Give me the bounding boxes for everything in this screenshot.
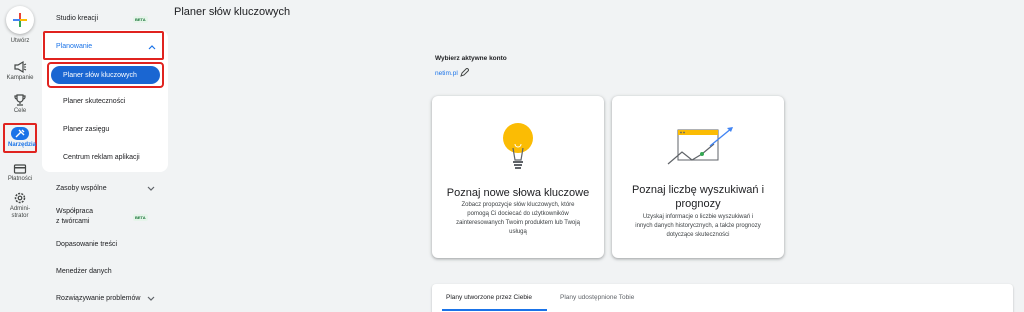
rail-label-campaigns: Kampanie	[6, 75, 34, 81]
rail-item-billing[interactable]: Płatności	[0, 162, 40, 186]
rail-label-admin-2: strator	[11, 213, 29, 219]
nav-shared-library[interactable]: Zasoby wspólne	[56, 185, 107, 192]
create-button[interactable]	[6, 6, 34, 34]
megaphone-icon	[14, 60, 27, 74]
rail-label-tools: Narzędzia	[7, 142, 36, 148]
trophy-icon	[14, 94, 26, 106]
card-desc-line: Uzyskaj informacje o liczbie wyszukiwań …	[642, 214, 754, 220]
nav-reach-planner[interactable]: Planer zasięgu	[63, 126, 109, 133]
planning-header[interactable]: Planowanie	[43, 31, 164, 60]
tab-shared-plans[interactable]: Plany udostępnione Tobie	[560, 294, 634, 301]
card-desc-line: Zobacz propozycje słów kluczowych, które	[461, 202, 575, 208]
page-title: Planer słów kluczowych	[174, 6, 291, 18]
chevron-down-icon	[147, 296, 155, 301]
active-tab-indicator	[442, 309, 547, 311]
nav-app-ads-hub[interactable]: Centrum reklam aplikacji	[63, 154, 140, 161]
rail-item-goals[interactable]: Cele	[0, 93, 40, 117]
rail-item-admin[interactable]: Admini- strator	[0, 191, 40, 221]
account-label: Wybierz aktywne konto	[435, 55, 507, 62]
card-title: prognozy	[675, 198, 721, 210]
rail-label-goals: Cele	[13, 108, 27, 114]
lightbulb-icon	[503, 123, 533, 169]
nav-keyword-planner[interactable]: Planer słów kluczowych	[47, 62, 164, 88]
nav-data-manager[interactable]: Menedżer danych	[56, 268, 112, 275]
nav-content-suitability[interactable]: Dopasowanie treści	[56, 241, 117, 248]
card-desc-line: dotyczące skuteczności	[666, 232, 730, 238]
nav-creators-1[interactable]: Współpraca	[56, 208, 93, 215]
nav-performance-planner[interactable]: Planer skuteczności	[63, 98, 125, 105]
card-desc-line: innych danych historycznych, a także pro…	[635, 223, 761, 229]
rail-label-billing: Płatności	[7, 176, 33, 182]
edit-icon[interactable]	[460, 68, 469, 77]
tools-icon	[15, 129, 25, 138]
chevron-down-icon	[147, 186, 155, 191]
gear-icon	[14, 192, 26, 204]
tab-my-plans[interactable]: Plany utworzone przez Ciebie	[446, 294, 532, 301]
left-rail: Utwórz Kampanie Cele Narzędzia Płatności	[0, 0, 40, 312]
discover-keywords-card[interactable]: Poznaj nowe słowa kluczowe Zobacz propoz…	[432, 96, 604, 258]
card-icon	[13, 164, 27, 174]
card-title: Poznaj liczbę wyszukiwań i	[631, 184, 765, 196]
create-label: Utwórz	[10, 38, 30, 44]
chevron-up-icon	[148, 45, 156, 50]
rail-label-admin-1: Admini-	[9, 206, 31, 212]
card-title: Poznaj nowe słowa kluczowe	[446, 187, 590, 199]
beta-badge: BETA	[133, 214, 148, 221]
get-forecasts-card[interactable]: Poznaj liczbę wyszukiwań i prognozy Uzys…	[612, 96, 784, 258]
planning-label: Planowanie	[56, 43, 93, 50]
account-value[interactable]: netim.pl	[435, 70, 458, 77]
nav-troubleshooting[interactable]: Rozwiązywanie problemów	[56, 295, 140, 302]
nav-keyword-planner-label: Planer słów kluczowych	[63, 72, 137, 79]
plans-tabs: Plany utworzone przez Ciebie Plany udost…	[432, 284, 1013, 312]
forecast-chart-icon	[667, 127, 733, 165]
rail-item-campaigns[interactable]: Kampanie	[0, 60, 40, 84]
rail-item-tools[interactable]: Narzędzia	[3, 123, 37, 153]
card-desc-line: pomogą Ci dociecać do użytkowników	[467, 211, 569, 217]
beta-badge: BETA	[133, 16, 148, 23]
card-desc-line: usługą	[509, 229, 527, 235]
plus-icon	[13, 13, 27, 27]
nav-creators-2[interactable]: z twórcami	[56, 218, 89, 225]
selected-item-pill: Planer słów kluczowych	[51, 66, 160, 84]
tools-active-pill	[11, 127, 29, 140]
nav-studio[interactable]: Studio kreacji	[56, 15, 98, 22]
card-desc-line: zainteresowanych Twoim produktem lub Two…	[456, 220, 580, 226]
